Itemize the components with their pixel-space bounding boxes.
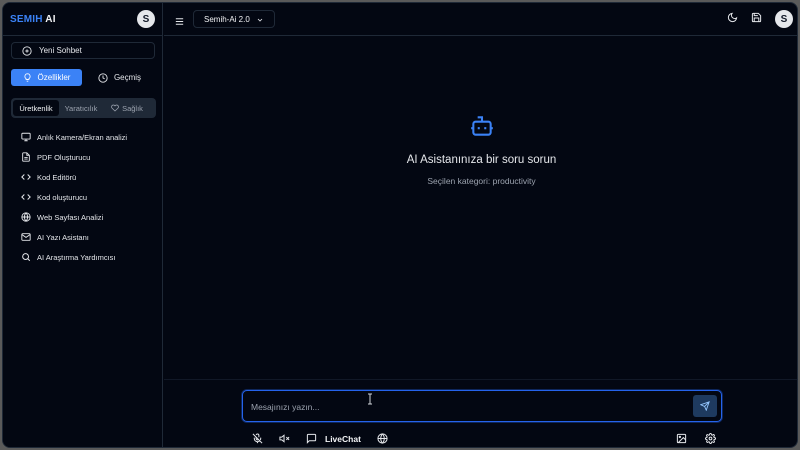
feature-item-writing-assistant[interactable]: AI Yazı Asistanı bbox=[21, 227, 161, 247]
web-search-toggle-button[interactable] bbox=[377, 433, 388, 444]
feature-item-label: Web Sayfası Analizi bbox=[37, 212, 104, 222]
feature-item-pdf-generator[interactable]: PDF Oluşturucu bbox=[21, 147, 161, 167]
feature-item-label: PDF Oluşturucu bbox=[37, 152, 91, 162]
save-icon bbox=[751, 12, 762, 23]
image-icon bbox=[676, 433, 687, 444]
feature-item-research-assistant[interactable]: AI Araştırma Yardımcısı bbox=[21, 247, 161, 267]
new-chat-label: Yeni Sohbet bbox=[39, 46, 82, 55]
tab-productivity-label: Üretkenlik bbox=[19, 103, 53, 113]
app-window: SEMIH AI S Yeni Sohbet Özellikler Geçmiş… bbox=[2, 2, 798, 448]
bot-icon bbox=[470, 116, 493, 136]
empty-state-title: AI Asistanınıza bir soru sorun bbox=[406, 154, 557, 166]
mail-icon bbox=[21, 233, 31, 241]
code-icon bbox=[21, 174, 31, 180]
category-tabs: Üretkenlik Yaratıcılık Sağlık bbox=[11, 98, 156, 118]
feature-item-label: AI Araştırma Yardımcısı bbox=[37, 252, 116, 262]
image-upload-button[interactable] bbox=[676, 433, 687, 444]
mode-switch: Özellikler Geçmiş bbox=[11, 69, 155, 86]
hamburger-menu-icon bbox=[175, 18, 184, 25]
speaker-toggle-button[interactable] bbox=[279, 433, 290, 444]
chevron-down-icon bbox=[257, 18, 263, 22]
feature-item-camera-analysis[interactable]: Anlık Kamera/Ekran analizi bbox=[21, 127, 161, 147]
code-icon bbox=[21, 194, 31, 200]
new-chat-button[interactable]: Yeni Sohbet bbox=[11, 42, 155, 59]
file-text-icon bbox=[22, 152, 30, 162]
feature-item-label: Kod oluşturucu bbox=[37, 192, 88, 202]
topbar-actions: S bbox=[727, 10, 793, 28]
composer: LiveChat bbox=[164, 379, 797, 447]
sidebar: SEMIH AI S Yeni Sohbet Özellikler Geçmiş… bbox=[3, 3, 163, 447]
moon-icon bbox=[727, 12, 738, 23]
livechat-button[interactable]: LiveChat bbox=[306, 433, 361, 444]
message-input-box bbox=[242, 390, 722, 422]
tab-creativity-label: Yaratıcılık bbox=[64, 103, 98, 113]
monitor-icon bbox=[21, 132, 31, 142]
clock-icon bbox=[98, 72, 108, 83]
features-mode-label: Özellikler bbox=[37, 73, 71, 82]
brand-name-part2: AI bbox=[42, 13, 56, 25]
feature-item-code-generator[interactable]: Kod oluşturucu bbox=[21, 187, 161, 207]
heart-icon bbox=[111, 104, 119, 112]
mic-off-icon bbox=[252, 433, 263, 444]
text-cursor-icon bbox=[368, 393, 372, 405]
history-mode-label: Geçmiş bbox=[113, 73, 142, 82]
feature-item-label: AI Yazı Asistanı bbox=[37, 232, 89, 242]
composer-tools: LiveChat bbox=[252, 433, 404, 444]
tab-productivity[interactable]: Üretkenlik bbox=[13, 100, 59, 116]
lightbulb-icon bbox=[24, 73, 31, 82]
search-icon bbox=[22, 253, 31, 262]
tab-health-label: Sağlık bbox=[122, 103, 143, 113]
settings-button[interactable] bbox=[705, 433, 716, 444]
menu-toggle-button[interactable] bbox=[174, 14, 185, 32]
globe-icon bbox=[377, 433, 388, 444]
message-input[interactable] bbox=[251, 399, 671, 415]
message-square-icon bbox=[306, 433, 317, 444]
feature-item-label: Anlık Kamera/Ekran analizi bbox=[37, 132, 128, 142]
sidebar-avatar[interactable]: S bbox=[137, 10, 155, 28]
features-mode-button[interactable]: Özellikler bbox=[11, 69, 82, 86]
theme-toggle-button[interactable] bbox=[727, 10, 738, 28]
tab-creativity[interactable]: Yaratıcılık bbox=[59, 100, 103, 116]
feature-list: Anlık Kamera/Ekran analizi PDF Oluşturuc… bbox=[21, 127, 161, 267]
composer-tools-right bbox=[676, 433, 734, 444]
send-icon bbox=[700, 401, 710, 411]
gear-icon bbox=[705, 433, 716, 444]
tab-health[interactable]: Sağlık bbox=[103, 100, 151, 116]
brand-logo: SEMIH AI bbox=[10, 14, 56, 25]
feature-item-web-analysis[interactable]: Web Sayfası Analizi bbox=[21, 207, 161, 227]
livechat-label: LiveChat bbox=[325, 433, 361, 444]
send-button[interactable] bbox=[693, 395, 717, 417]
microphone-toggle-button[interactable] bbox=[252, 433, 263, 444]
selected-category-text: Seçilen kategori: productivity bbox=[427, 176, 536, 186]
save-button[interactable] bbox=[751, 10, 762, 28]
model-select[interactable]: Semih-Ai 2.0 bbox=[193, 10, 275, 28]
empty-state: AI Asistanınıza bir soru sorun Seçilen k… bbox=[164, 113, 797, 186]
history-mode-button[interactable]: Geçmiş bbox=[84, 69, 155, 86]
brand-name-part1: SEMIH bbox=[10, 13, 43, 25]
globe-icon bbox=[21, 212, 31, 222]
user-avatar[interactable]: S bbox=[775, 10, 793, 28]
volume-mute-icon bbox=[279, 434, 290, 443]
top-bar: Semih-Ai 2.0 S bbox=[164, 3, 797, 36]
model-select-value: Semih-Ai 2.0 bbox=[204, 14, 250, 24]
feature-item-label: Kod Editörü bbox=[37, 172, 77, 182]
plus-circle-icon bbox=[22, 45, 32, 56]
feature-item-code-editor[interactable]: Kod Editörü bbox=[21, 167, 161, 187]
sidebar-header: SEMIH AI S bbox=[3, 3, 162, 36]
